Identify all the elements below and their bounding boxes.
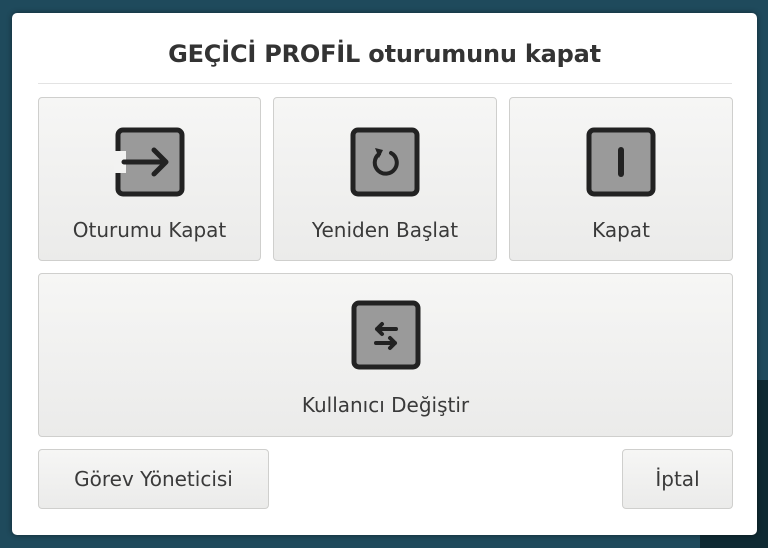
title-separator <box>38 83 732 84</box>
logout-arrow-icon <box>113 127 184 197</box>
shutdown-button[interactable]: Kapat <box>509 97 733 261</box>
restart-icon <box>350 127 420 197</box>
shutdown-label: Kapat <box>592 218 650 242</box>
logout-dialog: GEÇİCİ PROFİL oturumunu kapat Oturumu Ka… <box>12 13 757 535</box>
cancel-button[interactable]: İptal <box>622 449 733 509</box>
task-manager-button[interactable]: Görev Yöneticisi <box>38 449 269 509</box>
switch-user-icon <box>351 300 420 370</box>
dialog-title: GEÇİCİ PROFİL oturumunu kapat <box>168 40 601 68</box>
restart-button[interactable]: Yeniden Başlat <box>273 97 497 261</box>
logout-label: Oturumu Kapat <box>72 218 227 242</box>
logout-button[interactable]: Oturumu Kapat <box>38 97 261 261</box>
restart-label: Yeniden Başlat <box>311 218 459 242</box>
switch-user-label: Kullanıcı Değiştir <box>301 393 470 417</box>
power-icon <box>586 127 656 197</box>
switch-user-button[interactable]: Kullanıcı Değiştir <box>38 273 733 437</box>
